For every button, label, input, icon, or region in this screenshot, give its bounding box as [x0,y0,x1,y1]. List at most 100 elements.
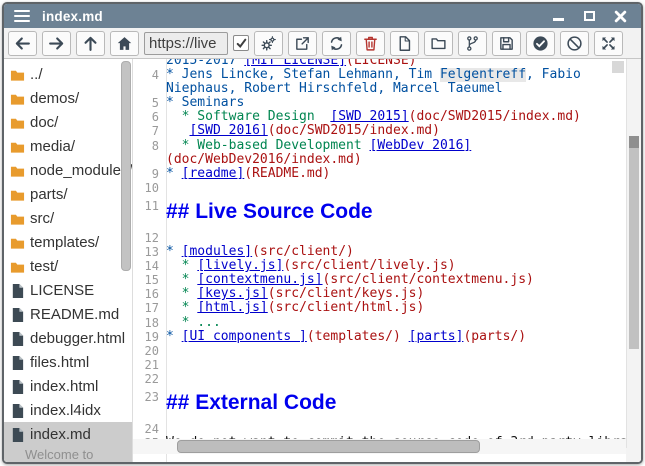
line-number: 8 [133,139,166,153]
cancel-button[interactable] [560,31,589,56]
markdown-link[interactable]: [keys.js] [197,287,267,301]
editor-line[interactable]: (doc/WebDev2016/index.md) [133,153,626,167]
editor-line[interactable]: 12 [133,231,626,245]
minimize-button[interactable] [551,9,565,23]
sidebar-scrollbar[interactable] [121,61,131,271]
fullscreen-button[interactable] [594,31,623,56]
window-controls [551,9,631,23]
code-text: * Software Design [SWD 2015](doc/SWD2015… [166,110,581,124]
editor-horizontal-scrollbar[interactable] [133,439,626,454]
horizontal-scrollbar-thumb[interactable] [177,440,480,453]
editor-vertical-scrollbar[interactable] [626,59,641,448]
sidebar-item-index-html[interactable]: index.html [4,374,132,398]
line-number [133,59,166,68]
markdown-link[interactable]: [html.js] [197,301,267,315]
accept-button[interactable] [526,31,555,56]
forward-button[interactable] [42,31,71,56]
markdown-link[interactable]: [lively.js] [197,259,283,273]
maximize-button[interactable] [582,9,596,23]
sidebar-item-templates[interactable]: templates/ [4,230,132,254]
versions-button[interactable] [458,31,487,56]
editor-line[interactable]: 9* [readme](README.md) [133,167,626,181]
editor-line[interactable]: 21 [133,358,626,372]
code-text: * [html.js](src/client/html.js) [166,301,424,315]
sidebar-item-files-html[interactable]: files.html [4,350,132,374]
file-icon [10,403,25,418]
open-external-button[interactable] [288,31,317,56]
new-folder-button[interactable] [424,31,453,56]
editor-line[interactable]: 23## External Code [133,386,626,422]
markdown-editor[interactable]: 2015-2017 [MIT LICENSE](LICENSE)4* Jens … [132,59,641,462]
menu-button[interactable] [14,7,30,24]
sidebar-item-index-md[interactable]: index.md [4,422,132,446]
folder-icon [430,35,447,52]
editor-line[interactable]: Niephaus, Robert Hirschfeld, Marcel Taeu… [133,82,626,96]
editor-annotation-marker [612,61,624,73]
markdown-link[interactable]: [modules] [182,245,252,259]
editor-line[interactable]: 6 * Software Design [SWD 2015](doc/SWD20… [133,110,626,124]
editor-line[interactable]: 16 * [keys.js](src/client/keys.js) [133,287,626,301]
folder-icon [10,211,25,226]
code-text: Niephaus, Robert Hirschfeld, Marcel Taeu… [166,82,503,96]
sidebar-item-parts[interactable]: parts/ [4,182,132,206]
markdown-url: (src/client/keys.js) [268,287,425,301]
markdown-link[interactable]: [UI components ] [182,330,307,344]
editor-line[interactable]: 13* [modules](src/client/) [133,245,626,259]
markdown-link[interactable]: [WebDev 2016] [370,139,472,153]
sidebar-item-[interactable]: ../ [4,62,132,86]
sidebar-item-test[interactable]: test/ [4,254,132,278]
editor-line[interactable]: 5* Seminars [133,96,626,110]
reload-button[interactable] [322,31,351,56]
editor-line[interactable]: 24 [133,422,626,436]
editor-line[interactable]: 14 * [lively.js](src/client/lively.js) [133,259,626,273]
editor-line[interactable]: 8 * Web-based Development [WebDev 2016] [133,139,626,153]
editor-line[interactable]: 7 [SWD 2016](doc/SWD2015/index.md) [133,124,626,138]
editor-line[interactable]: 17 * [html.js](src/client/html.js) [133,301,626,315]
close-button[interactable] [613,9,627,23]
refresh-icon [328,35,345,52]
save-button[interactable] [492,31,521,56]
up-button[interactable] [76,31,105,56]
sidebar-item-node-modules[interactable]: node_modules/ [4,158,132,182]
editor-line[interactable]: 19* [UI components ](templates/) [parts]… [133,330,626,344]
vertical-scrollbar-thumb[interactable] [629,136,639,349]
settings-button[interactable] [254,31,283,56]
markdown-link[interactable]: [MIT LICENSE] [244,59,346,68]
sidebar-item-doc[interactable]: doc/ [4,110,132,134]
sidebar-item-src[interactable]: src/ [4,206,132,230]
sidebar-item-readme-md[interactable]: README.md [4,302,132,326]
arrow-right-icon [48,35,65,52]
markdown-link[interactable]: [readme] [182,167,245,181]
file-label: doc/ [30,114,58,131]
markdown-link[interactable]: [parts] [409,330,464,344]
markdown-link[interactable]: [SWD 2016] [189,124,267,138]
sidebar-item-media[interactable]: media/ [4,134,132,158]
editor-line[interactable]: 18 * ... [133,316,626,330]
editor-line[interactable]: 20 [133,344,626,358]
editor-line[interactable]: 4* Jens Lincke, Stefan Lehmann, Tim Felg… [133,68,626,82]
url-checkbox[interactable] [233,35,249,51]
markdown-link[interactable]: [contextmenu.js] [197,273,322,287]
markdown-link[interactable]: [SWD 2015] [330,110,408,124]
sidebar-item-index-l4idx[interactable]: index.l4idx [4,398,132,422]
new-file-button[interactable] [390,31,419,56]
file-icon [396,35,413,52]
back-button[interactable] [8,31,37,56]
sidebar-item-license[interactable]: LICENSE [4,278,132,302]
line-number: 17 [133,301,166,315]
editor-line[interactable]: 11## Live Source Code [133,195,626,231]
scrollbar-corner [626,448,641,462]
code-area[interactable]: 2015-2017 [MIT LICENSE](LICENSE)4* Jens … [133,59,626,450]
markdown-url: (README.md) [244,167,330,181]
delete-button[interactable] [356,31,385,56]
url-input[interactable] [144,32,228,55]
code-token: 2015-2017 [166,59,244,68]
sidebar-item-demos[interactable]: demos/ [4,86,132,110]
editor-line[interactable]: 10 [133,181,626,195]
editor-line[interactable]: 15 * [contextmenu.js](src/client/context… [133,273,626,287]
editor-line[interactable]: 2015-2017 [MIT LICENSE](LICENSE) [133,59,626,68]
editor-line[interactable]: 22 [133,372,626,386]
file-label: index.l4idx [30,402,101,419]
sidebar-item-debugger-html[interactable]: debugger.html [4,326,132,350]
home-button[interactable] [110,31,139,56]
